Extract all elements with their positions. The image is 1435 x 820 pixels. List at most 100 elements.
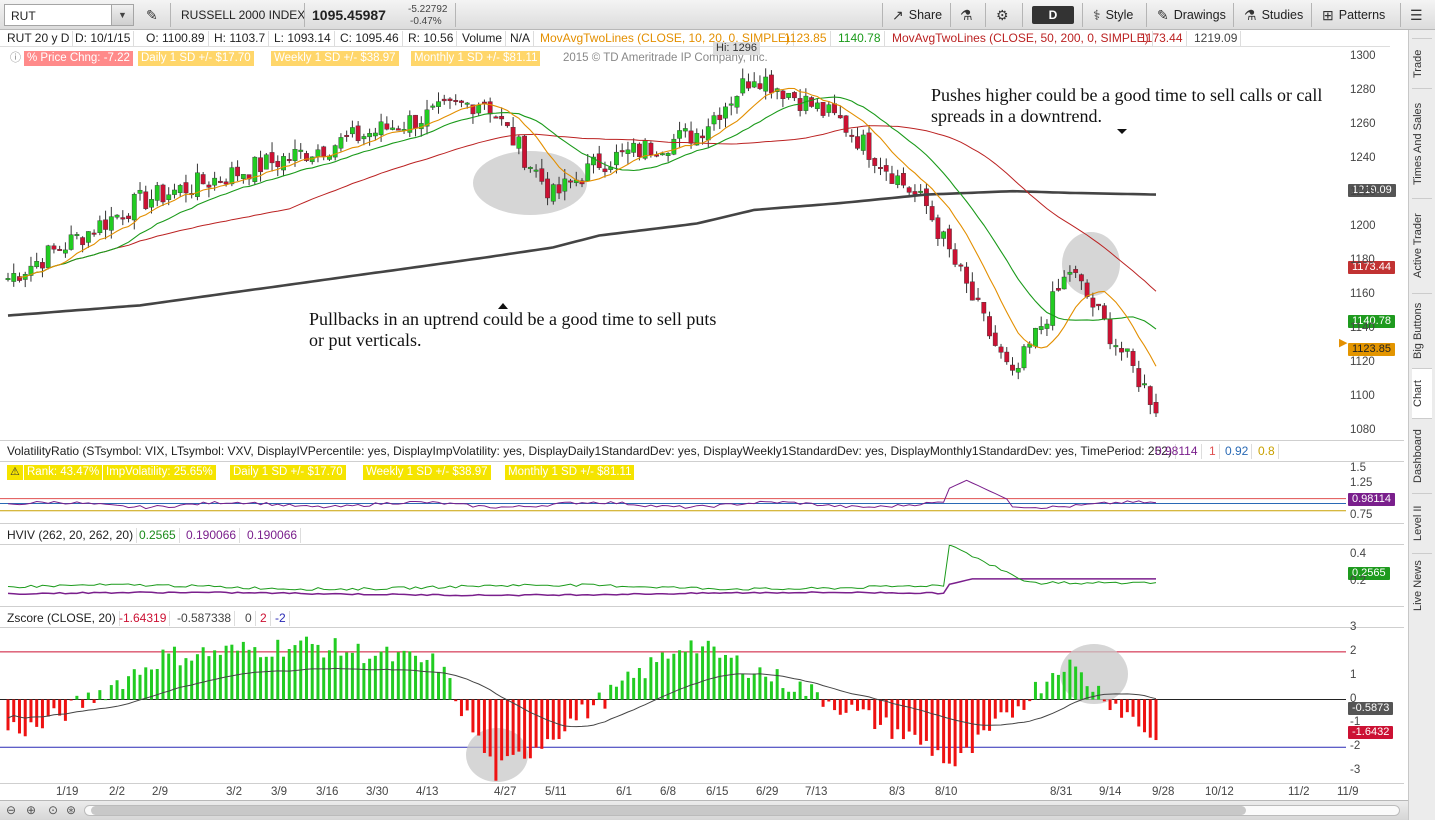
candle-down [206,184,212,188]
side-tab-chart[interactable]: Chart [1412,368,1432,418]
zscore-study-title[interactable]: Zscore (CLOSE, 20) [4,611,120,626]
zscore-bar-positive [327,650,331,700]
zscore-bar-negative [500,699,504,761]
chevron-down-icon[interactable]: ▼ [111,5,133,25]
zscore-bar-negative [953,699,957,767]
zscore-bar-positive [195,654,199,700]
zscore-bar-negative [884,699,888,718]
candle-up [240,174,246,179]
candle-up [11,273,17,282]
gear-icon[interactable]: ⚙ [996,4,1014,26]
bottom-bar: ⊖ ⊕ ⊙ ⊛ [0,800,1408,820]
vol-study-title[interactable]: VolatilityRatio (STsymbol: VIX, LTsymbol… [4,444,1176,459]
candle-down [964,266,969,284]
ma20-line [25,96,1157,330]
candle-down [441,98,447,102]
zscore-bar-positive [414,655,418,700]
candle-down [889,173,895,184]
candle-up [740,78,746,94]
side-tab-trade[interactable]: Trade [1412,38,1432,88]
zscore-bar-positive [230,644,234,700]
hviv-study-title[interactable]: HVIV (262, 20, 262, 20) [4,528,138,543]
zscore-bar-negative [976,699,980,735]
candle-down [648,142,654,155]
studies-button[interactable]: ⚗ Studies [1244,4,1303,26]
patterns-button[interactable]: ⊞ Patterns [1322,4,1385,26]
candle-down [269,152,275,164]
zscore-bar-positive [431,653,435,700]
zscore-bar-positive [758,667,762,700]
style-button[interactable]: ⚕ Style [1093,4,1133,26]
zscore-bar-positive [1056,674,1060,700]
zoom-reset-icon[interactable]: ⊛ [66,803,76,817]
daily-sd-bubble: Daily 1 SD +/- $17.70 [138,51,254,66]
index-name: RUSSELL 2000 INDEX [181,8,306,22]
zscore-bar-positive [649,657,653,700]
zscore-bar-positive [241,641,245,700]
zscore-bar-positive [614,686,618,700]
candle-down [200,174,206,185]
chart-area[interactable] [0,48,1346,788]
candle-down [321,146,327,157]
bar-open: O: 1100.89 [143,31,209,46]
side-tab-live-news[interactable]: Live News [1412,553,1432,618]
zscore-bar-negative [919,699,923,745]
date-tick: 4/27 [494,786,517,798]
zscore-bar-negative [907,699,911,732]
pencil-icon[interactable]: ✎ [146,4,163,26]
price-tick: 1280 [1350,83,1376,96]
candle-up [5,278,11,281]
candle-up [74,234,80,237]
candle-up [378,121,384,136]
symbol-input[interactable]: RUT ▼ [4,4,134,26]
info-row: RUT 20 y D D: 10/1/15 O: 1100.89 H: 1103… [0,30,1390,47]
candle-down [355,125,361,142]
side-tab-dashboard[interactable]: Dashboard [1412,418,1432,493]
zscore-bar-positive [815,692,819,700]
zscore-bar-negative [534,699,538,748]
side-tab-level-ii[interactable]: Level II [1412,493,1432,553]
candle-down [384,123,390,130]
info-icon[interactable]: ⓘ [7,51,24,66]
drawings-button[interactable]: ✎ Drawings [1157,4,1226,26]
date-tick: 11/2 [1288,786,1310,798]
zoom-out-icon[interactable]: ⊖ [6,803,16,817]
ma200-line [7,189,1157,317]
side-tab-times-and-sales[interactable]: Times And Sales [1412,88,1432,198]
vol-weekly-bubble: Weekly 1 SD +/- $38.97 [363,465,491,480]
flask-icon[interactable]: ⚗ [960,4,978,26]
warning-icon[interactable]: ⚠ [7,465,23,480]
candle-up [177,185,183,193]
zscore-bar-positive [425,659,429,700]
zscore-bar-negative [1114,699,1118,704]
candle-down [413,114,418,129]
candle-up [1124,348,1130,352]
candle-up [390,127,395,130]
scrollbar-thumb[interactable] [91,806,1246,815]
zscore-bar-positive [1091,691,1095,700]
candle-down [935,217,941,239]
share-button[interactable]: ↗ Share [892,4,942,26]
menu-icon[interactable]: ☰ [1410,4,1428,26]
bar-range: R: 10.56 [405,31,458,46]
candle-down [820,102,826,116]
ma2-label[interactable]: MovAvgTwoLines (CLOSE, 50, 200, 0, SIMPL… [889,31,1153,46]
annotation-downtrend: Pushes higher could be a good time to se… [931,85,1323,126]
zscore-bar-positive [1045,681,1049,700]
candle-down [878,167,883,169]
period-button[interactable]: D [1032,6,1074,24]
share-icon: ↗ [892,6,904,23]
zscore-bar-positive [660,652,664,700]
zoom-fit-icon[interactable]: ⊙ [48,803,58,817]
zoom-in-icon[interactable]: ⊕ [26,803,36,817]
horizontal-scrollbar[interactable] [84,805,1400,816]
zscore-bar-negative [999,699,1003,713]
candle-down [286,159,292,162]
ma10-price-label: 1123.85 [1348,343,1395,356]
candle-up [723,106,728,119]
side-tab-active-trader[interactable]: Active Trader [1412,198,1432,293]
candle-down [160,184,166,203]
zscore-bar-positive [104,699,108,701]
side-tab-big-buttons[interactable]: Big Buttons [1412,293,1432,368]
candle-down [395,128,401,131]
